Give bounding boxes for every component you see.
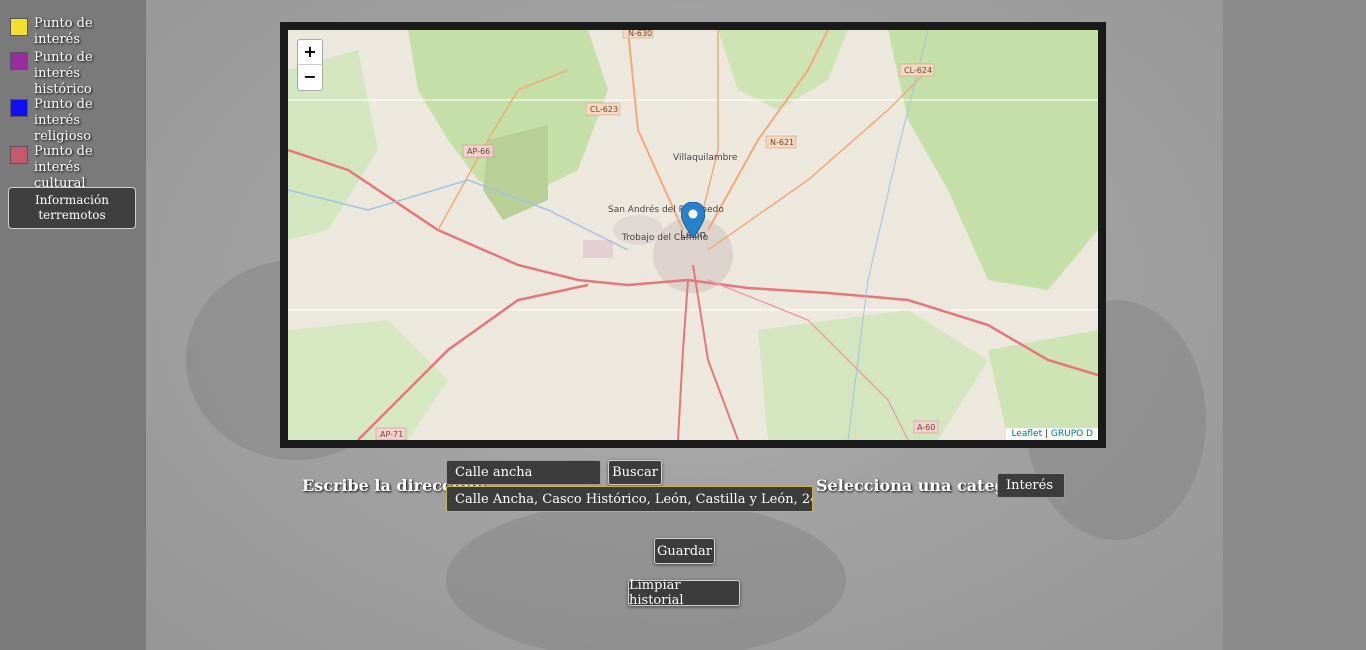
clear-history-button[interactable]: Limpiar historial bbox=[628, 578, 740, 608]
map-frame: N-630 CL-624 CL-623 N-621 AP-66 AP-71 A-… bbox=[280, 22, 1106, 448]
legend-swatch-pink bbox=[10, 146, 28, 164]
legend-item-cultural: Punto de interés cultural bbox=[10, 144, 134, 192]
address-suggestion[interactable]: Calle Ancha, Casco Histórico, León, Cast… bbox=[446, 486, 813, 512]
road-label-n621: N-621 bbox=[770, 138, 794, 147]
road-label-n630: N-630 bbox=[628, 30, 652, 38]
earthquake-info-button[interactable]: Información terremotos bbox=[8, 187, 136, 229]
legend-label: Punto de interés religioso bbox=[34, 97, 93, 144]
road-label-cl624: CL-624 bbox=[904, 66, 932, 75]
category-select[interactable]: Interés bbox=[997, 473, 1065, 498]
legend-label: Punto de interés bbox=[34, 16, 93, 47]
search-button[interactable]: Buscar bbox=[608, 460, 662, 485]
road-label-ap66: AP-66 bbox=[467, 147, 490, 156]
road-label-ap71: AP-71 bbox=[380, 430, 403, 439]
map-marker-icon[interactable] bbox=[681, 202, 705, 238]
save-button[interactable]: Guardar bbox=[654, 538, 715, 564]
zoom-control: + − bbox=[297, 39, 323, 91]
road-label-a60: A-60 bbox=[917, 423, 935, 432]
map[interactable]: N-630 CL-624 CL-623 N-621 AP-66 AP-71 A-… bbox=[288, 30, 1098, 440]
legend-item-historic: Punto de interés histórico bbox=[10, 50, 134, 98]
place-villaquilambre: Villaquilambre bbox=[673, 153, 738, 163]
zoom-out-button[interactable]: − bbox=[298, 65, 322, 90]
legend-label: Punto de interés histórico bbox=[34, 50, 93, 97]
map-attribution: Leaflet | GRUPO D bbox=[1006, 428, 1098, 440]
legend-swatch-purple bbox=[10, 52, 28, 70]
legend-swatch-blue bbox=[10, 99, 28, 117]
road-label-cl623: CL-623 bbox=[590, 105, 618, 114]
place-san-andres: San Andrés del Rabanedo bbox=[608, 204, 724, 215]
attribution-separator: | bbox=[1042, 429, 1051, 439]
leaflet-link[interactable]: Leaflet bbox=[1011, 429, 1042, 439]
zoom-in-button[interactable]: + bbox=[298, 40, 322, 65]
group-link[interactable]: GRUPO D bbox=[1051, 429, 1093, 439]
legend-item-religious: Punto de interés religioso bbox=[10, 97, 134, 145]
address-input[interactable]: Calle ancha bbox=[446, 460, 601, 485]
legend-swatch-yellow bbox=[10, 18, 28, 36]
legend-item-interest: Punto de interés bbox=[10, 16, 134, 48]
legend-label: Punto de interés cultural bbox=[34, 144, 93, 191]
left-sidebar: Punto de interés Punto de interés histór… bbox=[0, 0, 146, 650]
right-panel bbox=[1223, 0, 1366, 650]
